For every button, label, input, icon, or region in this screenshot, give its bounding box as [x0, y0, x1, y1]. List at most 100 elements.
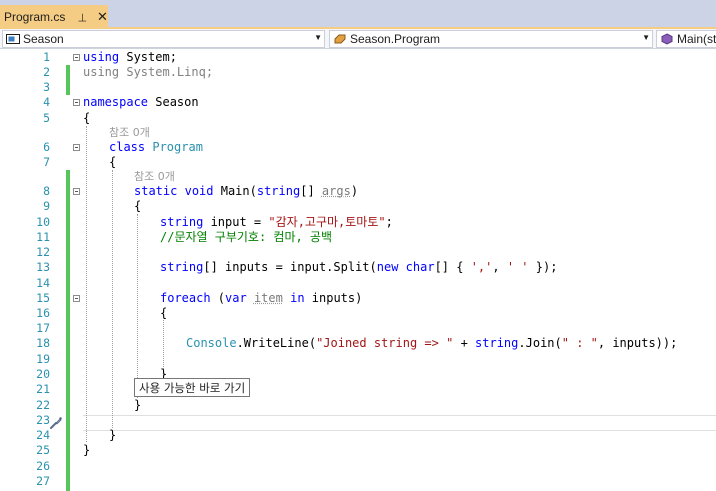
chevron-down-icon: ▼	[642, 33, 650, 42]
unused-parameter-token: args	[321, 184, 351, 198]
codelens-references[interactable]: 참조 0개	[134, 170, 175, 184]
code-line-2: using System.Linq;	[83, 65, 214, 79]
line-number: 3	[43, 80, 50, 94]
keyword-token: string	[160, 260, 204, 274]
code-token: .WriteLine(	[236, 336, 317, 350]
change-bar	[66, 65, 70, 95]
keyword-token: string	[256, 184, 301, 198]
line-number: 23	[36, 413, 50, 427]
code-token: inputs)	[304, 291, 363, 305]
keyword-token: var	[225, 291, 247, 305]
codelens-references[interactable]: 참조 0개	[109, 126, 150, 140]
line-number: 19	[36, 352, 50, 366]
code-line-18: Console.WriteLine("Joined string => " + …	[186, 336, 677, 351]
code-token: Main(	[213, 184, 257, 198]
code-token: });	[528, 260, 558, 274]
csharp-project-icon	[6, 34, 20, 44]
code-token: ,	[492, 260, 507, 274]
type-token: Console	[186, 336, 237, 350]
fold-toggle[interactable]	[73, 295, 80, 302]
project-dropdown[interactable]: Season ▼	[2, 30, 325, 48]
type-name: Season.Program	[350, 32, 441, 46]
line-number: 20	[36, 367, 50, 381]
keyword-token: void	[184, 184, 214, 198]
line-number: 25	[36, 443, 50, 457]
code-line-7: {	[109, 155, 117, 169]
code-token: System;	[119, 50, 177, 64]
string-token: "감자,고구마,토마토"	[268, 215, 386, 229]
keyword-token: string	[475, 336, 519, 350]
string-token: "Joined string => "	[316, 336, 454, 350]
indent-guide	[112, 170, 113, 428]
line-number: 10	[36, 215, 50, 229]
code-line-8: static void Main(string[] args)	[134, 184, 358, 199]
line-number: 13	[36, 260, 50, 274]
keyword-token: using	[83, 50, 120, 64]
keyword-token: new	[376, 260, 399, 274]
line-number: 1	[43, 50, 50, 64]
type-dropdown[interactable]: Season.Program ▼	[329, 30, 653, 48]
type-token: Program	[152, 140, 203, 154]
string-token: ','	[470, 260, 493, 274]
code-line-25: }	[83, 443, 91, 457]
line-number: 17	[36, 321, 50, 335]
code-line-13: string[] inputs = input.Split(new char[]…	[160, 260, 557, 275]
line-number: 22	[36, 398, 50, 412]
code-line-16: {	[160, 306, 168, 320]
keyword-token: class	[109, 140, 146, 154]
class-icon	[334, 34, 346, 44]
member-dropdown[interactable]: Main(st	[656, 30, 716, 48]
keyword-token: string	[160, 215, 204, 229]
line-number: 12	[36, 245, 50, 259]
code-line-22: }	[134, 398, 142, 412]
code-line-10: string input = "감자,고구마,토마토";	[160, 215, 393, 230]
code-token: []	[300, 184, 322, 198]
unused-variable-token: item	[253, 291, 283, 305]
project-name: Season	[23, 32, 64, 46]
code-line-4: namespace Season	[83, 95, 199, 110]
keyword-token: in	[290, 291, 305, 305]
line-number: 14	[36, 276, 50, 290]
code-token: +	[453, 336, 476, 350]
keyword-token: static	[134, 184, 178, 198]
change-bar	[66, 170, 70, 491]
code-line-1: using System;	[83, 50, 177, 65]
code-token: )	[350, 184, 359, 198]
tab-program-cs[interactable]: Program.cs ⊣ ✕	[0, 5, 108, 29]
code-line-6: class Program	[109, 140, 203, 155]
code-token: .Join(	[518, 336, 562, 350]
code-line-24: }	[109, 428, 117, 442]
code-token: ;	[385, 215, 393, 229]
code-line-11: //문자열 구부기호: 컴마, 공백	[160, 230, 333, 244]
fold-toggle[interactable]	[73, 99, 80, 106]
line-number: 6	[43, 140, 50, 154]
line-number: 27	[36, 474, 50, 488]
indent-guide	[137, 214, 138, 398]
line-number: 18	[36, 336, 50, 350]
code-line-9: {	[134, 199, 142, 213]
code-token: , inputs));	[597, 336, 678, 350]
screwdriver-icon[interactable]	[49, 416, 63, 430]
fold-toggle[interactable]	[73, 144, 80, 151]
line-number: 5	[43, 111, 50, 125]
current-line-highlight	[83, 415, 716, 431]
code-token: Season	[148, 95, 199, 109]
fold-toggle[interactable]	[73, 188, 80, 195]
navigation-bar: Season ▼ Season.Program ▼ Main(st	[0, 29, 716, 49]
keyword-token: char	[405, 260, 435, 274]
line-number: 16	[36, 306, 50, 320]
code-token: [] {	[434, 260, 471, 274]
line-number: 24	[36, 428, 50, 442]
line-number: 21	[36, 382, 50, 396]
pin-icon[interactable]: ⊣	[76, 12, 89, 22]
keyword-token: foreach	[160, 291, 211, 305]
line-number: 8	[43, 184, 50, 198]
close-icon[interactable]: ✕	[97, 9, 108, 25]
code-token: (	[210, 291, 226, 305]
string-token: " : "	[561, 336, 598, 350]
keyword-token: namespace	[83, 95, 149, 109]
fold-toggle[interactable]	[73, 54, 80, 61]
